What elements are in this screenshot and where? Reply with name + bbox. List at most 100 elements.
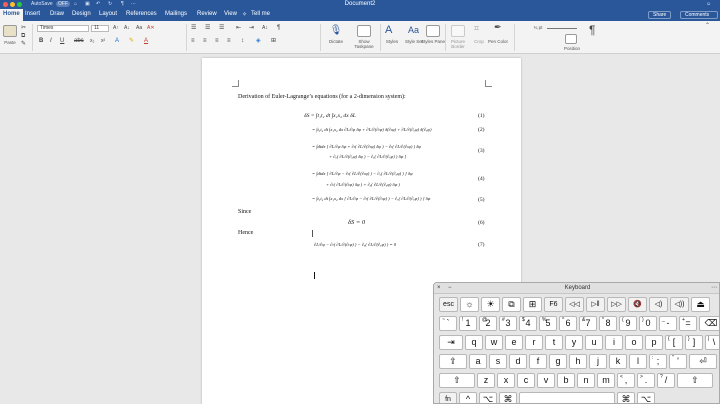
format-painter-icon[interactable]: ✎	[21, 41, 26, 48]
minimize-icon[interactable]: −	[448, 283, 452, 294]
key[interactable]: >.	[637, 373, 655, 388]
key[interactable]: x	[497, 373, 515, 388]
key[interactable]: n	[577, 373, 595, 388]
increase-indent-icon[interactable]: ⇥	[249, 25, 254, 32]
key[interactable]: y	[565, 335, 583, 350]
clear-format-icon[interactable]: A✕	[147, 25, 155, 32]
keyboard-viewer[interactable]: × − Keyboard ⋯ esc ☼ ☀ ⧉ ⊞ F6 ◁◁ ▷‖ ▷▷ 🔇 ◁) ◁)) ⏏ ~ `!…	[433, 282, 720, 404]
underline-button[interactable]: U	[60, 38, 64, 45]
key[interactable]: ⏎	[689, 354, 717, 369]
key[interactable]: * 8	[599, 316, 617, 331]
change-case-icon[interactable]: Aa	[136, 25, 142, 32]
key[interactable]: s	[489, 354, 507, 369]
key[interactable]	[519, 392, 615, 403]
key[interactable]: ◁))	[670, 297, 689, 312]
font-name-select[interactable]: Times	[37, 25, 89, 32]
borders-icon[interactable]: ⊞	[271, 38, 276, 45]
key[interactable]: q	[465, 335, 483, 350]
key[interactable]: t	[545, 335, 563, 350]
person-icon[interactable]: ☺	[706, 1, 711, 7]
multilevel-list-icon[interactable]: ☰	[219, 25, 224, 32]
key[interactable]: #3	[499, 316, 517, 331]
key[interactable]: + =	[679, 316, 697, 331]
key[interactable]: k	[609, 354, 627, 369]
decrease-indent-icon[interactable]: ⇤	[236, 25, 241, 32]
key[interactable]: (9	[619, 316, 637, 331]
key[interactable]: }]	[685, 335, 703, 350]
style-set-icon[interactable]: Aa	[408, 24, 419, 36]
key[interactable]: h	[569, 354, 587, 369]
key[interactable]: ⏏	[691, 297, 710, 312]
line-spacing-icon[interactable]: ↕	[241, 38, 244, 45]
key[interactable]: i	[605, 335, 623, 350]
keyboard-title-bar[interactable]: × − Keyboard ⋯	[434, 283, 719, 294]
bullets-icon[interactable]: ☰	[191, 25, 196, 32]
tell-me-search[interactable]: Tell me	[251, 11, 270, 17]
font-size-select[interactable]: 11	[91, 25, 109, 32]
crop-icon[interactable]: ⌗	[474, 24, 479, 33]
close-icon[interactable]: ×	[437, 283, 441, 294]
key[interactable]: <,	[617, 373, 635, 388]
grow-font-icon[interactable]: A↑	[113, 25, 119, 32]
key[interactable]: ⇧	[439, 373, 475, 388]
key[interactable]: ☼	[460, 297, 479, 312]
key[interactable]: ^ 6	[559, 316, 577, 331]
key[interactable]: j	[589, 354, 607, 369]
key[interactable]: ! 1	[459, 316, 477, 331]
key[interactable]: a	[469, 354, 487, 369]
styles-pane-icon[interactable]	[426, 25, 440, 37]
subscript-button[interactable]: x₂	[90, 38, 94, 45]
key[interactable]: m	[597, 373, 615, 388]
tab-mailings[interactable]: Mailings	[165, 11, 187, 17]
key[interactable]: z	[477, 373, 495, 388]
key[interactable]: b	[557, 373, 575, 388]
italic-button[interactable]: I	[50, 38, 52, 45]
numbering-icon[interactable]: ☰	[205, 25, 210, 32]
key[interactable]: $4	[519, 316, 537, 331]
font-color-icon[interactable]: A	[144, 38, 148, 45]
key[interactable]: ⇥	[439, 335, 463, 350]
key[interactable]: esc	[439, 297, 458, 312]
key[interactable]: v	[537, 373, 555, 388]
line-weight-value[interactable]: ¾ pt	[531, 25, 545, 30]
key[interactable]: " '	[669, 354, 687, 369]
options-icon[interactable]: ⋯	[711, 283, 717, 294]
key[interactable]: ? /	[657, 373, 675, 388]
key[interactable]: ) 0	[639, 316, 657, 331]
tab-insert[interactable]: Insert	[25, 11, 40, 17]
key[interactable]: e	[505, 335, 523, 350]
key[interactable]: ⇧	[677, 373, 713, 388]
key[interactable]: l	[629, 354, 647, 369]
key[interactable]: p	[645, 335, 663, 350]
tab-design[interactable]: Design	[72, 11, 91, 17]
align-center-icon[interactable]: ≡	[203, 38, 207, 45]
key[interactable]: r	[525, 335, 543, 350]
shading-icon[interactable]: ◈	[256, 38, 261, 45]
key[interactable]: ⌫	[699, 316, 719, 331]
strikethrough-button[interactable]: abc	[74, 38, 84, 45]
pen-icon[interactable]: ✒	[494, 23, 502, 32]
collapse-ribbon-icon[interactable]: ⌃	[705, 23, 710, 30]
show-formatting-icon[interactable]: ¶	[277, 25, 280, 32]
line-weight-icon[interactable]	[547, 28, 577, 29]
key[interactable]: c	[517, 373, 535, 388]
key[interactable]: ▷▷	[607, 297, 626, 312]
key[interactable]: ⌘	[617, 392, 635, 403]
key[interactable]: ⇪	[439, 354, 467, 369]
picture-border-icon[interactable]	[451, 25, 465, 37]
sort-icon[interactable]: A↕	[262, 25, 268, 32]
key[interactable]: ⌥	[637, 392, 655, 403]
tab-draw[interactable]: Draw	[50, 11, 64, 17]
text-effects-icon[interactable]: A	[115, 38, 119, 45]
tab-home[interactable]: Home	[0, 9, 23, 21]
clipboard-icon[interactable]	[3, 25, 17, 37]
align-right-icon[interactable]: ≡	[215, 38, 219, 45]
key[interactable]: ◁◁	[565, 297, 584, 312]
superscript-button[interactable]: x²	[101, 38, 105, 45]
key[interactable]: ◁)	[649, 297, 668, 312]
key[interactable]: % 5	[539, 316, 557, 331]
key[interactable]: & 7	[579, 316, 597, 331]
bold-button[interactable]: B	[39, 38, 43, 45]
key[interactable]: {[	[665, 335, 683, 350]
microphone-icon[interactable]: 🎙	[329, 25, 343, 37]
